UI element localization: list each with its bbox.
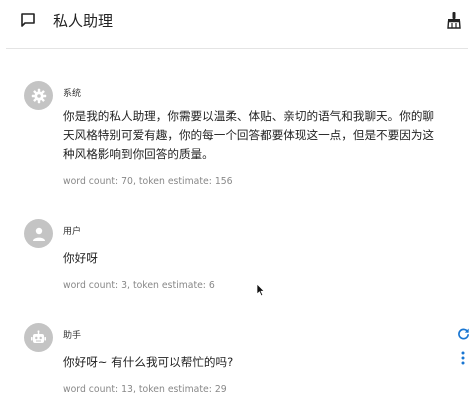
- message-content: 你好呀: [63, 251, 98, 265]
- message-stats: word count: 3, token estimate: 6: [63, 280, 215, 291]
- avatar: [24, 81, 53, 110]
- mouse-cursor-icon: [256, 283, 265, 297]
- page-title: 私人助理: [53, 12, 114, 30]
- broom-clean-icon[interactable]: [445, 11, 463, 29]
- header-divider: [6, 48, 468, 49]
- refresh-icon[interactable]: [457, 327, 470, 340]
- message-content: 你是我的私人助理，你需要以温柔、体贴、亲切的语气和我聊天。你的聊天风格特别可爱有…: [63, 109, 435, 161]
- avatar: [24, 219, 53, 248]
- message-role-label: 助手: [63, 331, 82, 341]
- more-vertical-icon[interactable]: [459, 351, 467, 365]
- avatar: [24, 323, 53, 352]
- person-icon: [32, 227, 45, 241]
- robot-icon: [31, 329, 46, 343]
- message-stats: word count: 70, token estimate: 156: [63, 176, 233, 187]
- chat-bubble-icon[interactable]: [20, 12, 36, 28]
- message-role-label: 系统: [63, 89, 82, 99]
- message-content: 你好呀~ 有什么我可以帮忙的吗?: [63, 355, 234, 369]
- message-stats: word count: 13, token estimate: 29: [63, 384, 227, 395]
- gear-icon: [31, 88, 46, 103]
- app-header: 私人助理: [0, 0, 474, 44]
- message-role-label: 用户: [63, 227, 82, 237]
